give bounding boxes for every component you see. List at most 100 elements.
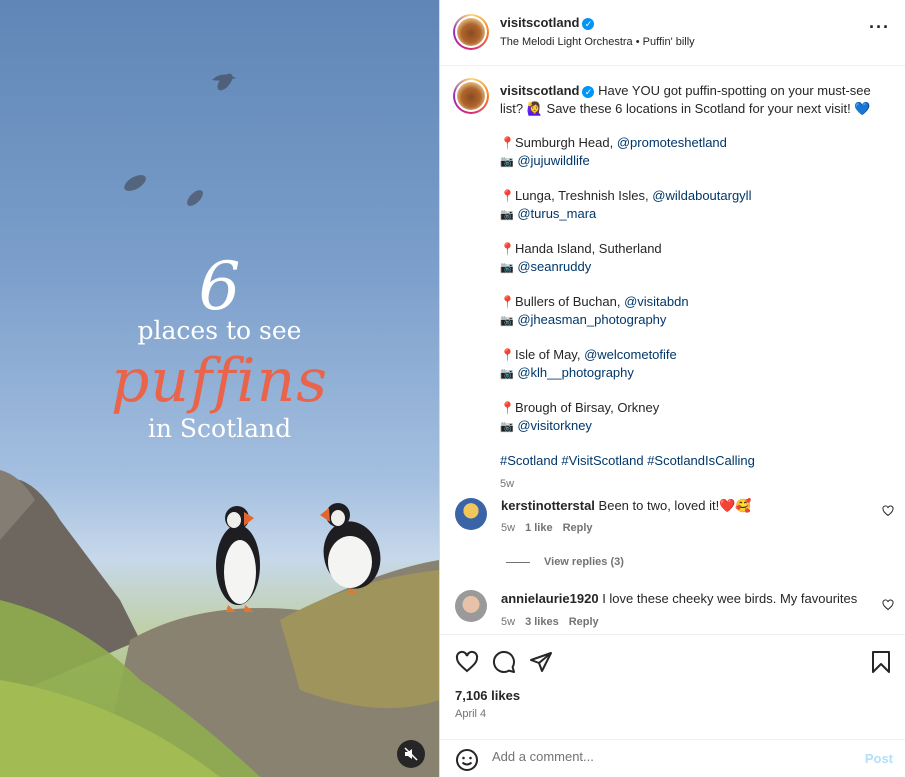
photo-credit-line: 📷 @jujuwildlife [500,152,880,171]
pin-icon: 📍 [500,136,515,150]
comment-body: I love these cheeky wee birds. My favour… [602,591,858,606]
camera-icon: 📷 [500,368,514,380]
photo-credit-link[interactable]: @klh__photography [517,365,634,380]
location-line: 📍Lunga, Treshnish Isles, @wildaboutargyl… [500,187,880,205]
photo-credit-line: 📷 @klh__photography [500,364,880,383]
comment-time: 5w [501,522,516,534]
commenter-username[interactable]: kerstinotterstal [501,498,595,513]
emoji-icon[interactable] [455,748,479,772]
username-text[interactable]: visitscotland [500,15,579,30]
view-replies-label[interactable]: View replies (3) [544,556,624,568]
comments-scroll-area[interactable]: visitscotland ✓ Have YOU got puffin-spott… [440,66,905,634]
photo-credit-link[interactable]: @turus_mara [517,206,596,221]
overlay-number: 6 [198,248,241,325]
bookmark-icon[interactable] [869,650,893,674]
add-comment-bar: Post [440,739,905,777]
location-entry: 📍Bullers of Buchan, @visitabdn 📷 @jheasma… [500,293,880,330]
pin-icon: 📍 [500,401,515,415]
location-line: 📍Bullers of Buchan, @visitabdn [500,293,880,311]
photo-credit-line: 📷 @visitorkney [500,417,880,436]
heart-icon[interactable] [455,650,479,674]
camera-icon: 📷 [500,315,514,327]
more-options-icon[interactable]: ··· [869,18,890,36]
puffin-left [216,506,260,612]
comment-time: 5w [501,616,516,628]
location-line: 📍Handa Island, Sutherland [500,240,880,258]
photo-credit-link[interactable]: @jheasman_photography [517,312,666,327]
post-media[interactable]: 6 places to see puffins in Scotland [0,0,439,777]
comment-likes[interactable]: 1 like [525,522,553,534]
camera-icon: 📷 [500,209,514,221]
caption-author-avatar[interactable] [453,78,489,114]
author-username[interactable]: visitscotland ✓ [500,15,595,30]
location-line: 📍Isle of May, @welcometofife [500,346,880,364]
comment-text: kerstinotterstal Been to two, loved it!❤… [501,497,871,515]
overlay-highlight: puffins [110,346,329,416]
place-tag-link[interactable]: @welcometofife [584,347,677,362]
camera-icon: 📷 [500,421,514,433]
camera-icon: 📷 [500,262,514,274]
comment-meta: 5w 1 like Reply [501,522,603,534]
mute-button[interactable] [397,740,425,768]
location-line: 📍Sumburgh Head, @promoteshetland [500,134,880,152]
place-tag-link[interactable]: @promoteshetland [617,135,727,150]
location-place: Bullers of Buchan, [514,294,625,309]
pin-icon: 📍 [500,348,515,362]
verified-badge-icon: ✓ [582,18,595,30]
location-place: Lunga, Treshnish Isles, [514,188,653,203]
location-entry: 📍Brough of Birsay, Orkney 📷 @visitorkney [500,399,880,436]
speaker-muted-icon [404,747,418,761]
pin-icon: 📍 [500,242,515,256]
comment-meta: 5w 3 likes Reply [501,616,609,628]
location-line: 📍Brough of Birsay, Orkney [500,399,880,417]
post-actions: 7,106 likes April 4 [440,634,905,739]
post-date: April 4 [455,708,487,720]
overlay-line-1: places to see [137,316,302,345]
commenter-avatar[interactable] [455,498,487,530]
comment-likes[interactable]: 3 likes [525,616,559,628]
comment-text: annielaurie1920 I love these cheeky wee … [501,590,871,608]
place-tag-link[interactable]: @wildaboutargyll [652,188,751,203]
comment-like-icon[interactable] [882,505,894,517]
verified-badge-icon: ✓ [582,86,595,98]
commenter-avatar[interactable] [455,590,487,622]
location-place: Brough of Birsay, Orkney [514,400,660,415]
post-header: visitscotland ✓ The Melodi Light Orchestr… [440,0,905,66]
comment-body: Been to two, loved it!❤️🥰 [598,498,752,513]
photo-credit-line: 📷 @jheasman_photography [500,311,880,330]
pin-icon: 📍 [500,295,515,309]
caption: visitscotland ✓ Have YOU got puffin-spott… [500,82,880,493]
location-place: Sumburgh Head, [514,135,617,150]
photo-credit-link[interactable]: @jujuwildlife [517,153,589,168]
photo-credit-link[interactable]: @visitorkney [517,418,592,433]
post-side-panel: visitscotland ✓ The Melodi Light Orchestr… [439,0,905,777]
location-entry: 📍Isle of May, @welcometofife 📷 @klh__phot… [500,346,880,383]
caption-username[interactable]: visitscotland [500,83,579,98]
reply-button[interactable]: Reply [569,616,599,628]
comment-like-icon[interactable] [882,599,894,611]
photo-credit-link[interactable]: @seanruddy [517,259,591,274]
location-entry: 📍Sumburgh Head, @promoteshetland 📷 @jujuw… [500,134,880,171]
post-comment-button[interactable]: Post [865,751,893,766]
view-replies-button[interactable]: View replies (3) [506,556,624,568]
author-avatar[interactable] [453,14,489,50]
location-list: 📍Sumburgh Head, @promoteshetland 📷 @jujuw… [500,134,880,436]
place-tag-link[interactable]: @visitabdn [624,294,689,309]
caption-hashtags[interactable]: #Scotland #VisitScotland #ScotlandIsCall… [500,452,880,470]
audio-track[interactable]: The Melodi Light Orchestra • Puffin' bil… [500,36,695,48]
overlay-line-3: in Scotland [147,414,292,443]
location-entry: 📍Handa Island, Sutherland 📷 @seanruddy [500,240,880,277]
reply-button[interactable]: Reply [563,522,593,534]
comment-icon[interactable] [492,650,516,674]
caption-intro: visitscotland ✓ Have YOU got puffin-spott… [500,82,880,118]
location-place: Isle of May, [514,347,585,362]
camera-icon: 📷 [500,156,514,168]
likes-count[interactable]: 7,106 likes [455,688,520,703]
share-icon[interactable] [529,650,553,674]
flying-birds [124,73,236,206]
caption-time: 5w [500,478,515,490]
commenter-username[interactable]: annielaurie1920 [501,591,599,606]
comment-input[interactable] [492,749,852,764]
pin-icon: 📍 [500,189,515,203]
photo-credit-line: 📷 @turus_mara [500,205,880,224]
